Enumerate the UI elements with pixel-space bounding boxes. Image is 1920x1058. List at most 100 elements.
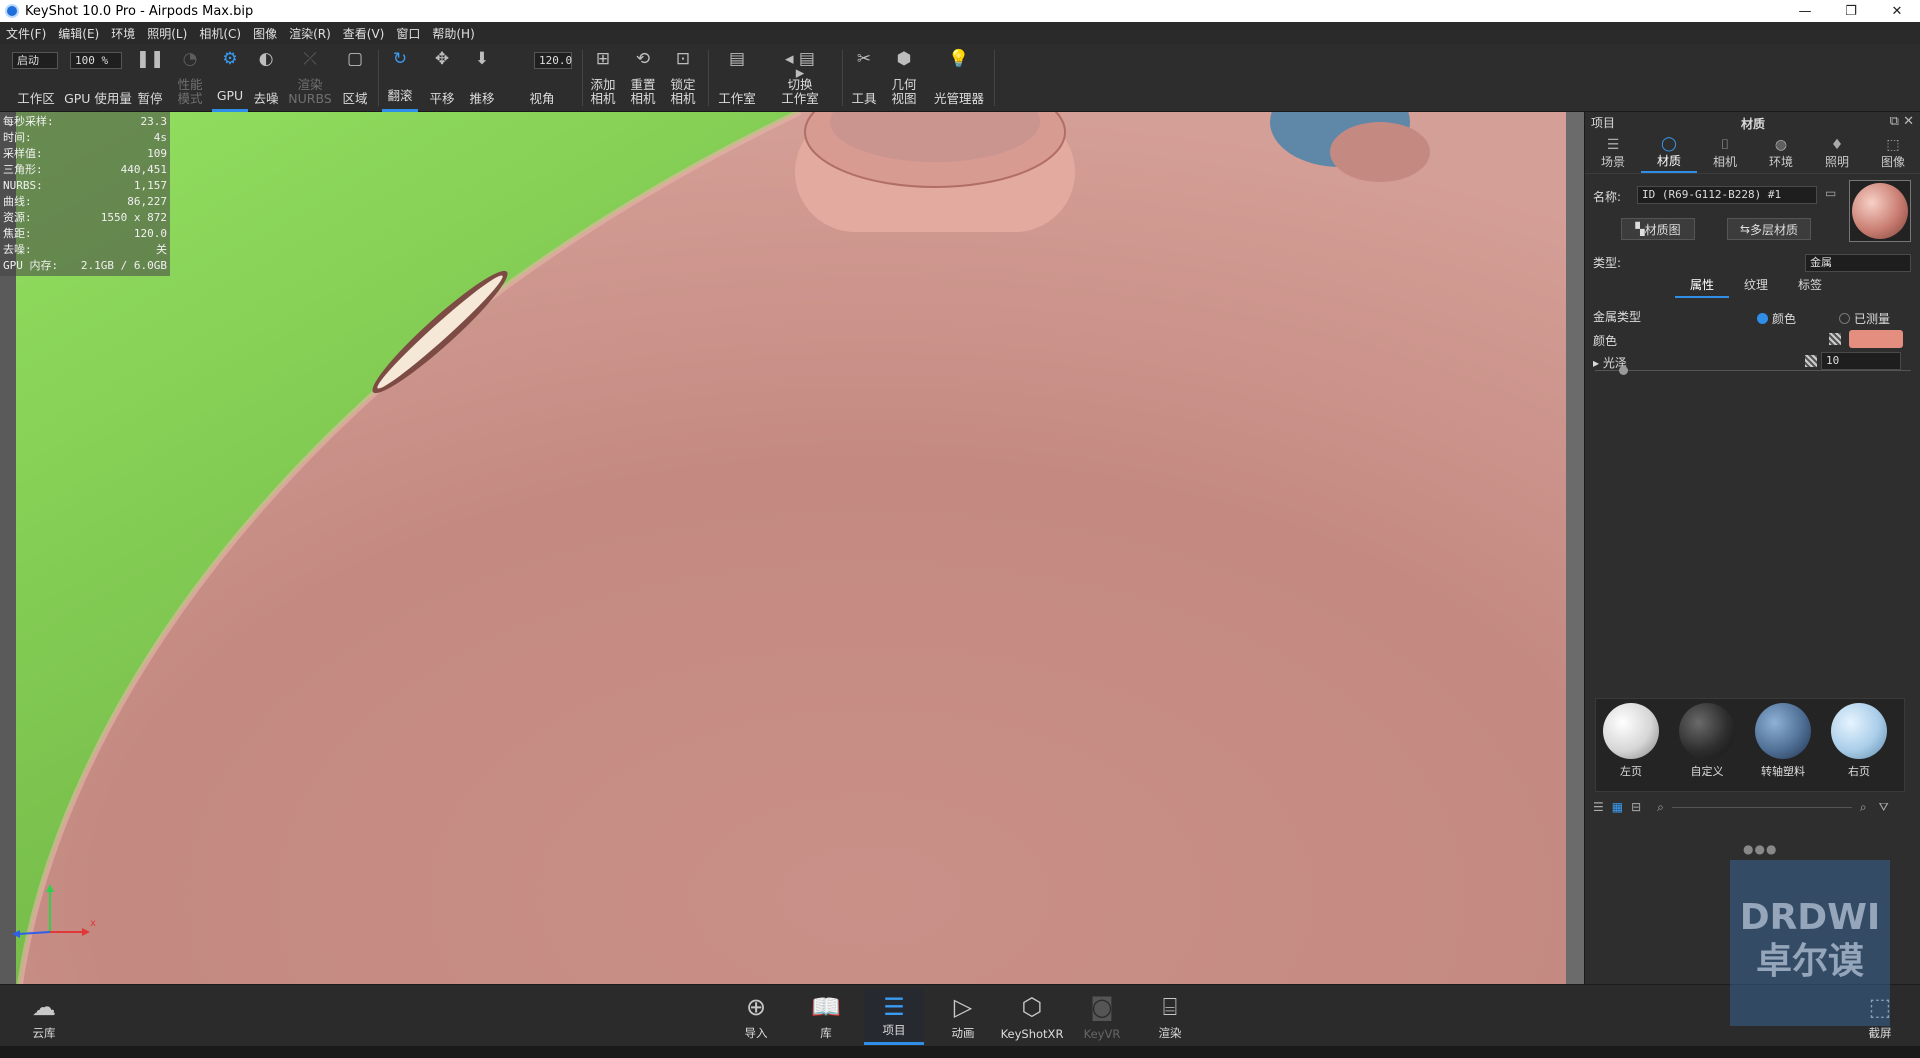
subtab-labels[interactable]: 标签 — [1783, 276, 1837, 298]
color-texture-icon[interactable] — [1829, 333, 1841, 345]
stat-row: 曲线: 86,227 — [3, 194, 167, 210]
studio-button[interactable]: ▤ 工作室 — [712, 44, 762, 112]
gloss-slider-knob[interactable] — [1619, 366, 1629, 375]
tab-camera[interactable]: ⌷ 相机 — [1697, 134, 1753, 173]
material-name-input[interactable]: ID (R69-G112-B228) #1 — [1637, 186, 1817, 204]
tumble-button[interactable]: ↻ 翻滚 — [382, 44, 418, 112]
reset-camera-button[interactable]: ⟲ 重置 相机 — [626, 44, 660, 112]
minimize-button[interactable]: — — [1782, 0, 1828, 22]
globe-icon: ◍ — [1774, 137, 1788, 153]
library-item-label: 右页 — [1848, 765, 1870, 778]
close-button[interactable]: ✕ — [1874, 0, 1920, 22]
cloud-label: 云库 — [32, 1026, 56, 1040]
list-view-icon[interactable]: ☰ — [1593, 800, 1604, 814]
library-item[interactable]: 左页 — [1596, 703, 1666, 779]
grid-view-icon[interactable]: ▦ — [1612, 800, 1623, 814]
keyvr-button[interactable]: ◙ KeyVR — [1072, 989, 1132, 1045]
menu-camera[interactable]: 相机(C) — [199, 25, 241, 42]
zoom-in-icon[interactable]: ⌕ — [1860, 800, 1867, 815]
region-button[interactable]: ▢ 区域 — [338, 44, 372, 112]
menu-window[interactable]: 窗口 — [396, 25, 420, 42]
menu-lighting[interactable]: 照明(L) — [147, 25, 187, 42]
type-dropdown[interactable]: 金属 — [1805, 254, 1911, 272]
tab-label: 材质 — [1656, 154, 1681, 168]
library-item[interactable]: 自定义 — [1672, 703, 1742, 779]
cloud-library-button[interactable]: ☁ 云库 — [14, 989, 74, 1045]
color-swatch[interactable] — [1849, 330, 1903, 348]
geometry-view-button[interactable]: ⬢ 几何 视图 — [886, 44, 922, 112]
more-dots-icon[interactable]: ●●● — [1743, 842, 1777, 856]
gpu-usage-button[interactable]: GPU 使用量 — [64, 44, 132, 112]
zoom-out-icon[interactable]: ⌕ — [1657, 800, 1664, 815]
animation-button[interactable]: ▷ 动画 — [933, 989, 993, 1045]
tools-button[interactable]: ✂ 工具 — [846, 44, 882, 112]
tab-material[interactable]: ◯ 材质 — [1641, 134, 1697, 173]
library-button[interactable]: 📖 库 — [796, 989, 856, 1045]
menu-image[interactable]: 图像 — [253, 25, 277, 42]
dolly-button[interactable]: ⬇ 推移 — [464, 44, 500, 112]
render-nurbs-button[interactable]: ⤫ 渲染 NURBS — [288, 44, 331, 112]
render-viewport[interactable]: 每秒采样: 23.3 时间: 4s 采样值: 109 三角形: 440,451 NURB… — [0, 112, 1566, 984]
import-button[interactable]: ⊕ 导入 — [726, 989, 786, 1045]
switch-studio-button[interactable]: ◂ ▤ ▸ 切换 工作室 — [770, 44, 830, 112]
menu-environment[interactable]: 环境 — [111, 25, 135, 42]
menu-file[interactable]: 文件(F) — [6, 25, 46, 42]
library-item[interactable]: 转轴塑料 — [1748, 703, 1818, 779]
light-manager-button[interactable]: 💡 光管理器 — [928, 44, 990, 112]
menu-render[interactable]: 渲染(R) — [289, 25, 331, 42]
render-label: 渲染 — [1158, 1026, 1182, 1040]
library-item[interactable]: 右页 — [1824, 703, 1894, 779]
add-camera-button[interactable]: ⊞ 添加 相机 — [586, 44, 620, 112]
performance-mode-button[interactable]: ◔ 性能 模式 — [172, 44, 208, 112]
material-panel: 项目 材质 ⧉ ✕ ☰ 场景 ◯ 材质 ⌷ 相机 ◍ 环境 ♦ 照明 ⬚ 图像 名称: ID… — [1584, 112, 1920, 984]
multi-layer-button[interactable]: ⇆ 多层材质 — [1727, 218, 1811, 240]
project-label: 项目 — [882, 1023, 906, 1037]
property-subtabs: 属性 纹理 标签 — [1675, 276, 1837, 298]
menu-help[interactable]: 帮助(H) — [432, 25, 474, 42]
project-button[interactable]: ☰ 项目 — [864, 989, 924, 1045]
gloss-texture-icon[interactable] — [1805, 355, 1817, 367]
material-graph-button[interactable]: ▚ 材质图 — [1621, 218, 1695, 240]
keyshot-logo-icon — [5, 4, 19, 18]
title-bar: KeyShot 10.0 Pro - Airpods Max.bip — ❐ ✕ — [0, 0, 1920, 22]
tab-lighting[interactable]: ♦ 照明 — [1809, 134, 1865, 173]
gpu-button[interactable]: ⚙ GPU — [212, 44, 248, 112]
tools-label: 工具 — [851, 91, 877, 106]
filter-icon[interactable]: ⛛ — [1879, 800, 1889, 815]
subtab-properties[interactable]: 属性 — [1675, 276, 1729, 298]
workspace-button[interactable]: 工作区 — [8, 44, 64, 112]
material-preview[interactable] — [1849, 180, 1911, 242]
subtab-textures[interactable]: 纹理 — [1729, 276, 1783, 298]
render-button[interactable]: ⌸ 渲染 — [1140, 989, 1200, 1045]
tab-label: 场景 — [1600, 155, 1625, 169]
geometry-view-icon: ⬢ — [896, 49, 912, 69]
axis-gizmo: x z — [12, 884, 96, 938]
denoise-button[interactable]: ◐ 去噪 — [250, 44, 282, 112]
metal-type-color-radio[interactable]: 颜色 — [1757, 310, 1796, 327]
panel-close-icon[interactable]: ✕ — [1903, 114, 1914, 129]
metal-type-measured-radio[interactable]: 已测量 — [1839, 310, 1890, 327]
pan-button[interactable]: ✥ 平移 — [424, 44, 460, 112]
gloss-input[interactable]: 10 — [1821, 352, 1901, 370]
stat-row: GPU 内存: 2.1GB / 6.0GB — [3, 258, 167, 274]
save-material-icon[interactable]: ▭ — [1825, 186, 1836, 200]
lock-camera-button[interactable]: ⊡ 锁定 相机 — [666, 44, 700, 112]
maximize-button[interactable]: ❐ — [1828, 0, 1874, 22]
tab-image[interactable]: ⬚ 图像 — [1865, 134, 1920, 173]
material-graph-label: 材质图 — [1644, 222, 1681, 237]
gloss-slider-track[interactable] — [1595, 370, 1911, 371]
tab-environment[interactable]: ◍ 环境 — [1753, 134, 1809, 173]
layers-icon: ⇆ — [1739, 222, 1751, 236]
reset-camera-label-2: 相机 — [630, 91, 656, 106]
keyshotxr-button[interactable]: ⬡ KeyShotXR — [1001, 989, 1064, 1045]
toolbar-divider — [994, 50, 995, 106]
menu-view[interactable]: 查看(V) — [343, 25, 385, 42]
thumbnail-size-slider[interactable] — [1671, 806, 1852, 808]
tab-scene[interactable]: ☰ 场景 — [1585, 134, 1641, 173]
tree-view-icon[interactable]: ⊟ — [1631, 800, 1641, 814]
fov-button[interactable]: 视角 — [508, 44, 576, 112]
menu-bar: 文件(F) 编辑(E) 环境 照明(L) 相机(C) 图像 渲染(R) 查看(V… — [0, 22, 1920, 44]
pause-button[interactable]: ❚❚ 暂停 — [134, 44, 166, 112]
undock-icon[interactable]: ⧉ — [1890, 114, 1899, 129]
menu-edit[interactable]: 编辑(E) — [58, 25, 99, 42]
